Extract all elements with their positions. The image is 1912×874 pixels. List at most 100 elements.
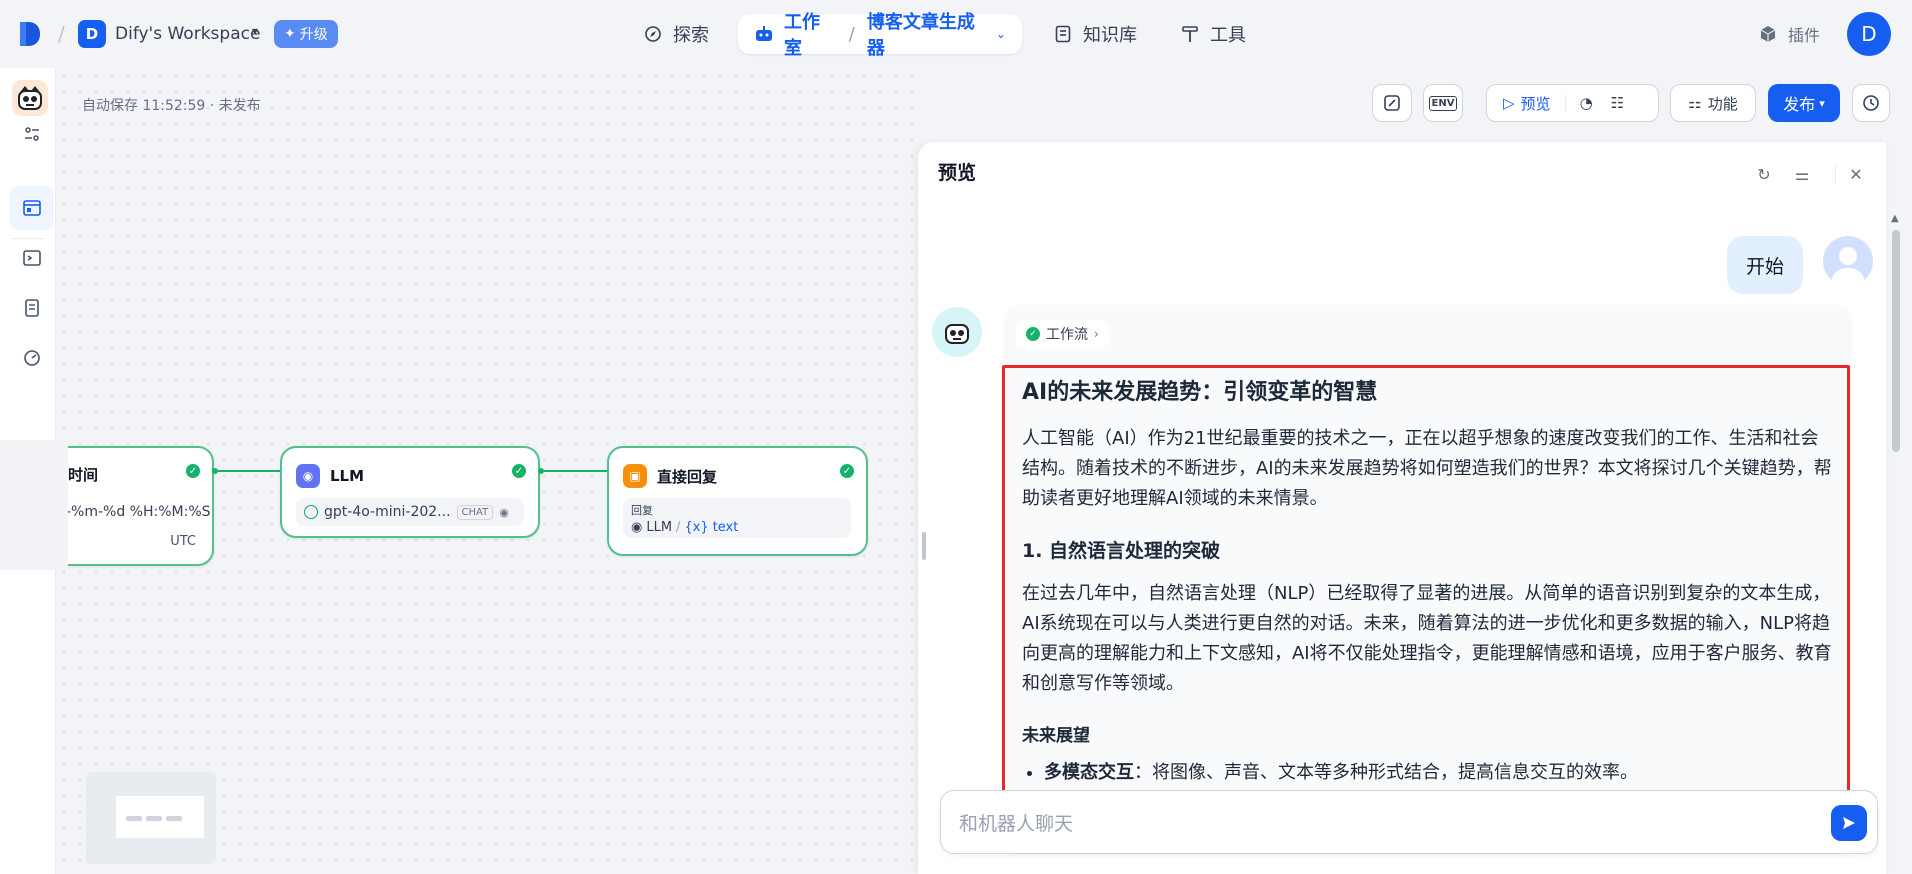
gauge-icon <box>24 350 40 366</box>
bot-avatar <box>932 307 982 357</box>
checklist-icon[interactable]: ☷ <box>1611 94 1624 112</box>
run-history-icon[interactable]: ◔ <box>1580 94 1593 112</box>
breadcrumb-separator: / <box>848 23 855 45</box>
model-name: gpt-4o-mini-202... <box>324 504 451 520</box>
grid-icon: ⚏ <box>1688 94 1702 112</box>
top-navbar: / D Dify's Workspace ▾ ✦ 升级 探索 工作室 / 博客文… <box>0 0 1912 68</box>
sidebar-item-orchestrate[interactable] <box>10 186 54 230</box>
upgrade-label: 升级 <box>299 27 328 43</box>
nav-explore[interactable]: 探索 <box>643 14 709 54</box>
sidebar-item-monitoring[interactable] <box>10 336 54 380</box>
autosave-status: 自动保存 11:52:59 · 未发布 <box>82 98 261 114</box>
model-selector[interactable]: gpt-4o-mini-202... CHAT ◉ <box>296 498 524 526</box>
nav-tools-label: 工具 <box>1210 25 1246 46</box>
checklist-button[interactable] <box>1372 84 1412 122</box>
play-icon[interactable]: ▷ <box>1503 94 1515 112</box>
publish-label: 发布 <box>1783 95 1816 114</box>
cube-icon <box>1758 24 1778 44</box>
nav-plugins-label: 插件 <box>1788 26 1821 45</box>
chevron-down-icon[interactable]: ⌄ <box>996 27 1006 41</box>
version-history-button[interactable] <box>1852 84 1890 122</box>
breadcrumb-separator: / <box>58 22 65 46</box>
nav-knowledge[interactable]: 知识库 <box>1053 14 1137 54</box>
nav-explore-label: 探索 <box>673 25 709 46</box>
llm-node-icon: ◉ <box>631 520 643 535</box>
env-button[interactable]: ENV <box>1423 84 1463 122</box>
highlight-box <box>1002 365 1850 806</box>
workflow-status-chip[interactable]: ✓ 工作流 › <box>1016 320 1109 348</box>
settings-sliders-icon[interactable] <box>10 112 54 156</box>
edge-handle[interactable] <box>212 468 218 474</box>
nav-studio-label: 工作室 <box>784 12 820 59</box>
compass-icon <box>643 24 663 44</box>
sidebar-mask <box>0 440 68 570</box>
variable-icon: {x} <box>684 520 709 535</box>
workspace-name[interactable]: Dify's Workspace <box>115 24 260 44</box>
nav-plugins[interactable]: 插件 <box>1758 14 1820 54</box>
history-edit-icon <box>1384 95 1400 111</box>
chevron-down-icon: ▾ <box>1819 96 1825 110</box>
user-avatar[interactable]: D <box>1847 12 1891 56</box>
send-button[interactable] <box>1831 805 1867 841</box>
document-icon <box>25 299 39 317</box>
node-title: ◉ LLM <box>296 464 364 488</box>
timezone: UTC <box>170 534 196 549</box>
send-icon <box>1843 817 1855 829</box>
user-avatar <box>1823 236 1873 286</box>
success-check-icon: ✓ <box>186 464 200 478</box>
eye-icon: ◉ <box>499 505 509 519</box>
features-label: 功能 <box>1707 94 1738 113</box>
edge-llm-answer[interactable] <box>540 470 608 472</box>
scrollbar[interactable] <box>1892 230 1900 452</box>
panel-resize-handle[interactable] <box>922 532 926 560</box>
success-check-icon: ✓ <box>840 464 854 478</box>
minimap[interactable] <box>86 772 216 864</box>
publish-button[interactable]: 发布 ▾ <box>1768 84 1840 122</box>
app-name[interactable]: 博客文章生成器 <box>867 8 990 60</box>
chevron-down-icon[interactable]: ▾ <box>252 24 258 38</box>
edge-time-llm[interactable] <box>214 470 280 472</box>
model-mode-badge: CHAT <box>456 504 494 520</box>
nav-tools[interactable]: 工具 <box>1180 14 1246 54</box>
sidebar-item-api[interactable] <box>10 236 54 280</box>
close-icon[interactable]: ✕ <box>1846 164 1866 184</box>
llm-brain-icon: ◉ <box>296 464 320 488</box>
workspace-avatar[interactable]: D <box>78 20 106 48</box>
nav-studio[interactable]: 工作室 / 博客文章生成器 ⌄ <box>738 12 1022 59</box>
node-llm[interactable]: ◉ LLM ✓ gpt-4o-mini-202... CHAT ◉ <box>280 446 540 538</box>
reply-label: 回复 <box>631 504 653 517</box>
terminal-window-icon <box>23 200 41 216</box>
preview-title: 预览 <box>938 162 977 184</box>
robot-icon <box>754 24 774 44</box>
terminal-icon <box>23 250 41 266</box>
refresh-icon[interactable]: ↻ <box>1754 164 1774 184</box>
node-title: ▣ 直接回复 <box>623 464 717 488</box>
time-format: -%m-%d %H:%M:%S <box>66 504 211 520</box>
sparkle-icon: ✦ <box>284 26 296 42</box>
preview-button[interactable]: 预览 <box>1521 93 1551 114</box>
features-button[interactable]: ⚏ 功能 <box>1670 84 1756 122</box>
book-icon <box>1053 24 1073 44</box>
chevron-right-icon: › <box>1094 327 1099 341</box>
settings-sliders-icon[interactable]: ⚌ <box>1792 164 1812 184</box>
upgrade-button[interactable]: ✦ 升级 <box>274 20 338 48</box>
reply-content: 回复 ◉ LLM / {x} text <box>623 498 851 538</box>
history-icon <box>1863 95 1879 111</box>
chat-input-box[interactable]: 和机器人聊天 <box>940 790 1878 854</box>
hammer-icon <box>1180 24 1200 44</box>
node-direct-reply[interactable]: ▣ 直接回复 ✓ 回复 ◉ LLM / {x} text <box>607 446 868 556</box>
node-title: 时间 <box>68 466 99 484</box>
sidebar-item-logs[interactable] <box>10 286 54 330</box>
nav-knowledge-label: 知识库 <box>1083 25 1137 46</box>
success-check-icon: ✓ <box>1026 327 1040 341</box>
success-check-icon: ✓ <box>512 464 526 478</box>
scroll-up-icon[interactable]: ▲ <box>1891 213 1899 224</box>
preview-group: ▷ 预览 ◔ ☷ <box>1486 84 1659 122</box>
dify-logo-icon[interactable] <box>18 20 42 48</box>
app-icon[interactable] <box>12 80 48 116</box>
reply-variable: ◉ LLM / {x} text <box>631 520 739 535</box>
chat-input-placeholder[interactable]: 和机器人聊天 <box>959 809 1073 836</box>
edge-handle[interactable] <box>538 468 544 474</box>
reply-icon: ▣ <box>623 464 647 488</box>
env-icon: ENV <box>1428 95 1458 111</box>
